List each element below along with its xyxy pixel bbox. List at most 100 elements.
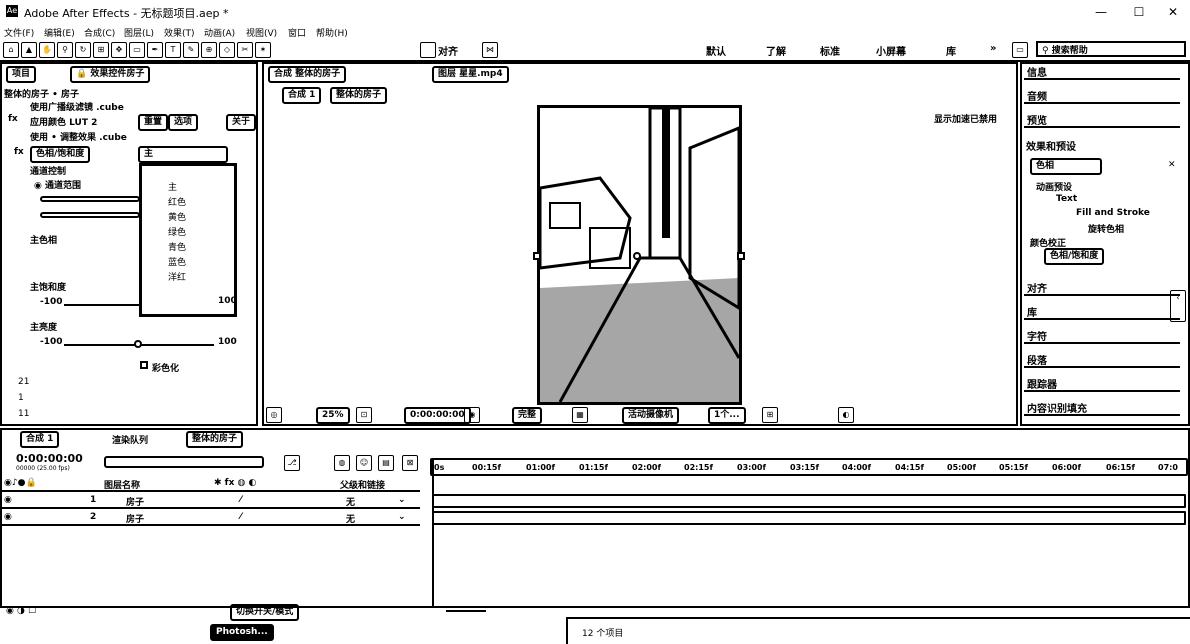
tab-comp-1[interactable]: 合成 1 bbox=[20, 431, 60, 448]
type-tool-icon[interactable]: T bbox=[165, 42, 181, 58]
timecode-display[interactable]: 0:00:00:00 bbox=[404, 407, 471, 424]
menu-composition[interactable]: 合成(C) bbox=[84, 26, 115, 39]
workspace-library[interactable]: 库 bbox=[946, 43, 956, 58]
hand-tool-icon[interactable]: ✋ bbox=[39, 42, 55, 58]
fit-icon[interactable]: ⊡ bbox=[356, 407, 372, 423]
chevron-down-icon[interactable]: ⌄ bbox=[398, 512, 406, 522]
tab-composition[interactable]: 合成 整体的房子 bbox=[268, 66, 347, 83]
layer-duration-bar[interactable] bbox=[432, 494, 1186, 508]
panel-content-aware-fill[interactable]: 内容识别填充 bbox=[1024, 400, 1180, 416]
home-icon[interactable]: ⌂ bbox=[3, 42, 19, 58]
workspace-small-screen[interactable]: 小屏幕 bbox=[876, 43, 906, 58]
panel-character[interactable]: 字符 bbox=[1024, 328, 1180, 344]
about-button[interactable]: 关于 bbox=[226, 114, 257, 131]
zoom-dropdown[interactable]: 25% bbox=[316, 407, 350, 424]
panel-align[interactable]: 对齐 bbox=[1024, 280, 1180, 296]
menu-edit[interactable]: 编辑(E) bbox=[44, 26, 75, 39]
colorize-checkbox[interactable] bbox=[140, 361, 148, 369]
panel-tracker[interactable]: 跟踪器 bbox=[1024, 376, 1180, 392]
grid-icon[interactable]: ⊞ bbox=[762, 407, 778, 423]
workspace-learn[interactable]: 了解 bbox=[766, 43, 786, 58]
snapshot-icon[interactable]: ◎ bbox=[266, 407, 282, 423]
transform-handle-left[interactable] bbox=[533, 252, 541, 260]
layer-row[interactable]: ◉ 2 房子 ⁄ 无 ⌄ bbox=[0, 511, 420, 526]
tab-layer[interactable]: 图层 星星.mp4 bbox=[432, 66, 509, 83]
menu-view[interactable]: 视图(V) bbox=[246, 26, 277, 39]
eye-icon[interactable]: ◉ bbox=[4, 512, 12, 522]
tree-hue-saturation[interactable]: 色相/饱和度 bbox=[1044, 248, 1105, 265]
snap-icon[interactable]: ⋈ bbox=[482, 42, 498, 58]
tab-house-timeline[interactable]: 整体的房子 bbox=[186, 431, 244, 448]
region-icon[interactable]: ▦ bbox=[572, 407, 588, 423]
search-help-field[interactable]: ⚲ 搜索帮助 bbox=[1036, 41, 1186, 57]
camera-tool-icon[interactable]: ⊞ bbox=[93, 42, 109, 58]
rotate-tool-icon[interactable]: ↻ bbox=[75, 42, 91, 58]
option-green[interactable]: 绿色 bbox=[168, 225, 186, 238]
transform-handle-right[interactable] bbox=[737, 252, 745, 260]
footer-toggle-icons[interactable]: ◉ ◑ ☐ bbox=[6, 606, 36, 616]
minimize-button[interactable]: — bbox=[1086, 2, 1116, 22]
eye-icon[interactable]: ◉ bbox=[4, 495, 12, 505]
layer-name[interactable]: 房子 bbox=[126, 495, 144, 508]
workspace-more[interactable]: » bbox=[990, 43, 996, 54]
comp-flowchart-icon[interactable]: ⎇ bbox=[284, 455, 300, 471]
range-bar-top[interactable] bbox=[40, 196, 140, 202]
option-yellow[interactable]: 黄色 bbox=[168, 210, 186, 223]
options-button[interactable]: 选项 bbox=[168, 114, 199, 131]
selection-tool-icon[interactable]: ▲ bbox=[21, 42, 37, 58]
tree-fill-stroke[interactable]: Fill and Stroke bbox=[1076, 208, 1150, 218]
tree-animation-presets[interactable]: 动画预设 bbox=[1036, 180, 1072, 193]
layer-duration-bar[interactable] bbox=[432, 511, 1186, 525]
chevron-down-icon[interactable]: ⌄ bbox=[398, 495, 406, 505]
menu-help[interactable]: 帮助(H) bbox=[316, 26, 348, 39]
zoom-tool-icon[interactable]: ⚲ bbox=[57, 42, 73, 58]
align-checkbox[interactable] bbox=[420, 42, 436, 58]
tree-hue-rotate[interactable]: 旋转色相 bbox=[1088, 222, 1124, 235]
camera-snapshot-icon[interactable]: ◉ bbox=[464, 407, 480, 423]
panel-preview[interactable]: 预览 bbox=[1024, 112, 1180, 128]
brush-tool-icon[interactable]: ✎ bbox=[183, 42, 199, 58]
panel-library[interactable]: 库 bbox=[1024, 304, 1180, 320]
workspace-standard[interactable]: 标准 bbox=[820, 43, 840, 58]
pen-tool-icon[interactable]: ✒ bbox=[147, 42, 163, 58]
hue-saturation-effect[interactable]: 色相/饱和度 bbox=[30, 146, 91, 163]
maximize-button[interactable]: ☐ bbox=[1124, 2, 1154, 22]
playhead[interactable] bbox=[432, 458, 434, 606]
tab-project[interactable]: 项目 bbox=[6, 66, 37, 83]
menu-window[interactable]: 窗口 bbox=[288, 26, 306, 39]
panel-audio[interactable]: 音频 bbox=[1024, 88, 1180, 104]
breadcrumb-comp-1[interactable]: 合成 1 bbox=[282, 87, 322, 104]
menu-file[interactable]: 文件(F) bbox=[4, 26, 34, 39]
option-blue[interactable]: 蓝色 bbox=[168, 255, 186, 268]
close-button[interactable]: ✕ bbox=[1158, 2, 1188, 22]
collapse-panel-icon[interactable]: ‹ bbox=[1170, 290, 1186, 322]
layer-switch-icon[interactable]: ⁄ bbox=[240, 512, 242, 522]
layer-switch-icon[interactable]: ⁄ bbox=[240, 495, 242, 505]
layer-name[interactable]: 房子 bbox=[126, 512, 144, 525]
tab-render-queue[interactable]: 渲染队列 bbox=[112, 433, 148, 446]
option-master[interactable]: 主 bbox=[168, 180, 177, 193]
menu-animation[interactable]: 动画(A) bbox=[204, 26, 235, 39]
active-camera-dropdown[interactable]: 活动摄像机 bbox=[622, 407, 680, 424]
exposure-icon[interactable]: ◐ bbox=[838, 407, 854, 423]
workspace-menu-icon[interactable]: ▭ bbox=[1012, 42, 1028, 58]
layer-row[interactable]: ◉ 1 房子 ⁄ 无 ⌄ bbox=[0, 494, 420, 509]
puppet-tool-icon[interactable]: ✶ bbox=[255, 42, 271, 58]
option-magenta[interactable]: 洋红 bbox=[168, 270, 186, 283]
range-bar-bottom[interactable] bbox=[40, 212, 140, 218]
graph-editor-icon[interactable]: ⊠ bbox=[402, 455, 418, 471]
draft-3d-icon[interactable]: ◍ bbox=[334, 455, 350, 471]
reset-button[interactable]: 重置 bbox=[138, 114, 169, 131]
menu-layer[interactable]: 图层(L) bbox=[124, 26, 154, 39]
anchor-point-handle[interactable] bbox=[633, 252, 641, 260]
layer-parent-value[interactable]: 无 bbox=[346, 495, 355, 508]
tree-text[interactable]: Text bbox=[1056, 194, 1077, 204]
shy-layers-icon[interactable]: ☺ bbox=[356, 455, 372, 471]
taskbar-photoshop[interactable]: Photosh... bbox=[210, 624, 274, 641]
rectangle-tool-icon[interactable]: ▭ bbox=[129, 42, 145, 58]
timeline-search-field[interactable] bbox=[104, 456, 264, 468]
clone-tool-icon[interactable]: ⊕ bbox=[201, 42, 217, 58]
panel-info[interactable]: 信息 bbox=[1024, 64, 1180, 80]
roto-tool-icon[interactable]: ✂ bbox=[237, 42, 253, 58]
option-cyan[interactable]: 青色 bbox=[168, 240, 186, 253]
